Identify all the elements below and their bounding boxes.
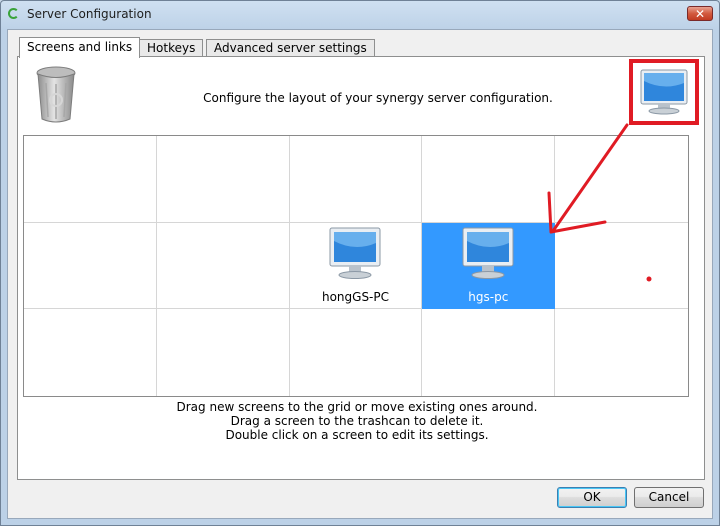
intro-text: Configure the layout of your synergy ser…	[203, 91, 553, 105]
grid-cell[interactable]	[156, 222, 290, 310]
monitor-icon	[460, 227, 516, 284]
screen-layout-grid[interactable]: hongGS-PC hgs-pc	[23, 135, 689, 397]
grid-cell[interactable]	[24, 222, 157, 310]
instructions: Drag new screens to the grid or move exi…	[18, 400, 696, 442]
instruction-line: Double click on a screen to edit its set…	[225, 428, 489, 442]
cancel-button[interactable]: Cancel	[634, 487, 704, 508]
grid-cell[interactable]	[555, 223, 688, 310]
grid-cell[interactable]	[422, 136, 556, 223]
title-bar[interactable]: Server Configuration ✕	[1, 1, 719, 29]
close-button[interactable]: ✕	[687, 6, 713, 21]
trashcan-icon[interactable]	[34, 65, 78, 125]
grid-cell[interactable]	[290, 309, 423, 396]
window-title: Server Configuration	[27, 7, 152, 21]
tab-screens-and-links[interactable]: Screens and links	[19, 37, 141, 58]
grid-cell[interactable]	[555, 136, 688, 223]
tab-hotkeys[interactable]: Hotkeys	[139, 39, 204, 56]
instruction-line: Drag a screen to the trashcan to delete …	[230, 414, 484, 428]
screens-and-links-panel: Configure the layout of your synergy ser…	[17, 56, 705, 480]
grid-cell[interactable]	[24, 309, 157, 396]
screen-name-label: hongGS-PC	[321, 289, 389, 304]
screen-hgs-pc[interactable]: hgs-pc	[422, 222, 556, 310]
screen-name-label: hgs-pc	[468, 289, 509, 304]
new-screen-source[interactable]	[629, 59, 699, 125]
instruction-line: Drag new screens to the grid or move exi…	[176, 400, 538, 414]
grid-cell[interactable]	[157, 309, 290, 396]
dialog-body: Screens and links Hotkeys Advanced serve…	[7, 29, 713, 519]
grid-cell[interactable]	[24, 136, 157, 223]
screen-honggs-pc[interactable]: hongGS-PC	[289, 222, 423, 310]
monitor-icon	[640, 69, 688, 115]
tab-advanced-server-settings[interactable]: Advanced server settings	[206, 39, 375, 56]
monitor-icon	[327, 227, 383, 284]
grid-cell[interactable]	[289, 136, 423, 223]
grid-cell[interactable]	[156, 136, 290, 223]
server-configuration-window: Server Configuration ✕ Screens and links…	[0, 0, 720, 526]
ok-button[interactable]: OK	[557, 487, 627, 508]
grid-cell[interactable]	[422, 309, 556, 396]
grid-cell[interactable]	[555, 309, 688, 396]
synergy-app-icon	[8, 8, 19, 19]
